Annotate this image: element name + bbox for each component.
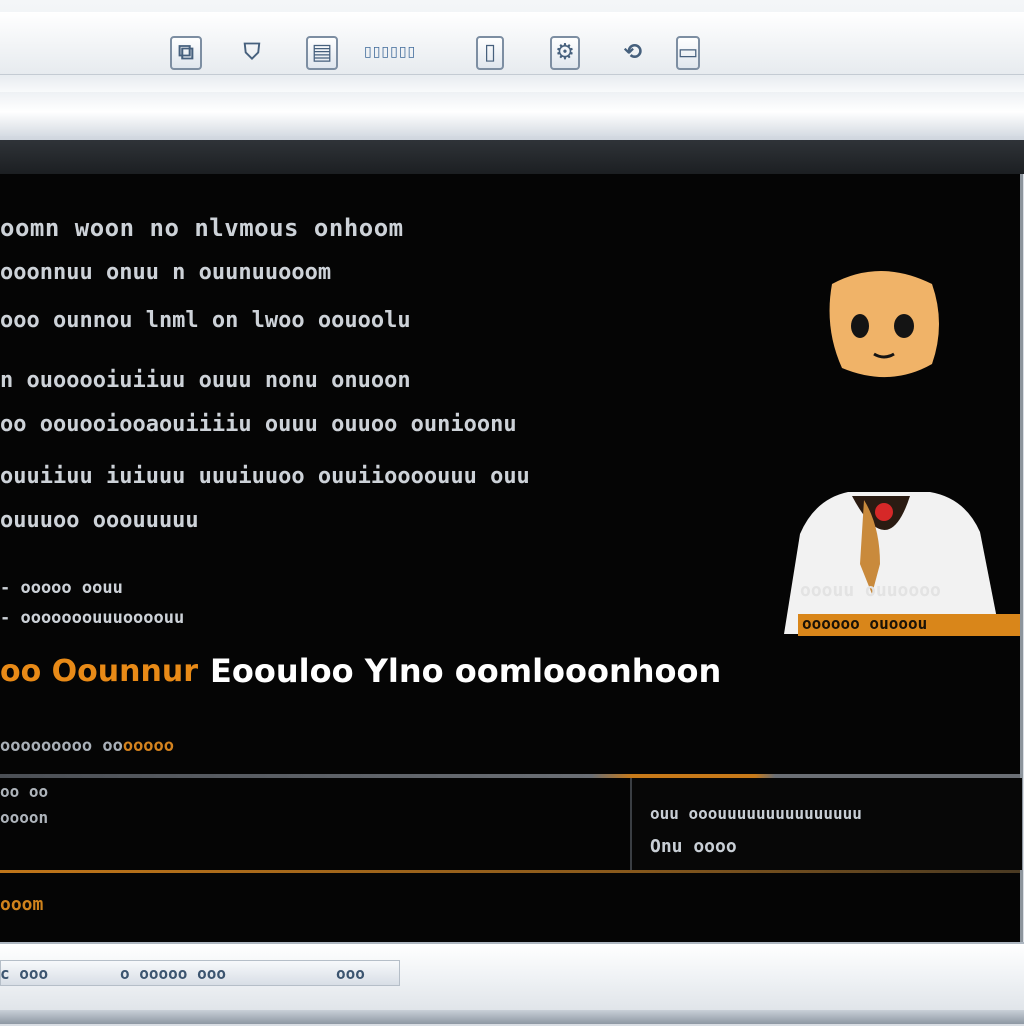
text-line: oo oouooiooaouiiiiu ouuu ouuoo ounioonu <box>0 412 517 437</box>
refresh-icon[interactable]: ⟲ <box>612 36 654 70</box>
divider <box>0 870 1020 873</box>
detail-text: oo oo <box>0 782 49 801</box>
details-row: Onu oooo <box>650 836 737 857</box>
address-strip <box>0 92 1024 136</box>
toolbar: ⧉ ⛉ ▤ ▯▯▯▯▯▯ ▯ ⚙ ⟲ ▭ <box>0 12 1024 75</box>
detail-text: oooon <box>0 808 49 827</box>
status-middle: o ooooo ooo <box>120 964 226 983</box>
text-line: ouuuoo ooouuuuu <box>0 508 199 533</box>
status-right: ooo <box>336 964 365 983</box>
screen-bezel <box>0 140 1024 174</box>
details-row: ouu ooouuuuuuuuuuuuuuu <box>650 804 862 823</box>
page-icon[interactable]: ▯ <box>476 36 504 70</box>
window-bottom-edge <box>0 1010 1024 1024</box>
gear-icon[interactable]: ⚙ <box>550 36 580 70</box>
text-line: n ouooooiuiiuu ouuu nonu onuoon <box>0 368 411 393</box>
text-line: oomn woon no nlvmous onhoom <box>0 214 404 242</box>
figure-caption: ooouu ouuoooo <box>800 580 941 601</box>
main-content-panel: oomn woon no nlvmous onhoom ooonnuu onuu… <box>0 174 1023 942</box>
toolbar-label: ▯▯▯▯▯▯ <box>364 44 417 60</box>
progress-label: ooooooooo oo <box>0 736 123 756</box>
progress-row: ooooooooo ooooooo <box>0 736 174 756</box>
figure-eye <box>894 314 914 338</box>
figure-eye <box>851 314 869 338</box>
copy-icon[interactable]: ⧉ <box>170 36 202 70</box>
figure-head <box>829 271 939 378</box>
figure-caption-bar: oooooo ouooou <box>798 614 1020 636</box>
footer-label: ooom <box>0 894 44 915</box>
list-item: - ooooo oouu <box>0 578 123 598</box>
details-panel: ouu ooouuuuuuuuuuuuuuu Onu oooo <box>630 778 1022 870</box>
document-icon[interactable]: ▤ <box>306 36 338 70</box>
folder-icon[interactable]: ▭ <box>676 36 700 70</box>
window-chrome: ⧉ ⛉ ▤ ▯▯▯▯▯▯ ▯ ⚙ ⟲ ▭ <box>0 0 1024 141</box>
figure-flower <box>875 503 893 521</box>
status-left: c ooo <box>0 964 49 983</box>
progress-accent: ooooo <box>122 736 175 756</box>
headline-accent: oo Oounnur <box>0 653 199 689</box>
shield-icon[interactable]: ⛉ <box>234 36 270 70</box>
headline: oo Oounnur Eoouloo Ylno oomlooonhoon <box>0 648 721 694</box>
text-line: ouuiiuu iuiuuu uuuiuuoo ouuiioooouuu ouu <box>0 464 530 489</box>
list-item: - ooooooouuuoooouu <box>0 608 185 628</box>
text-line: ooonnuu onuu n ouunuuooom <box>0 260 332 285</box>
text-line: ooo ounnou lnml on lwoo oouoolu <box>0 308 411 333</box>
headline-text: Eoouloo Ylno oomlooonhoon <box>210 652 722 690</box>
